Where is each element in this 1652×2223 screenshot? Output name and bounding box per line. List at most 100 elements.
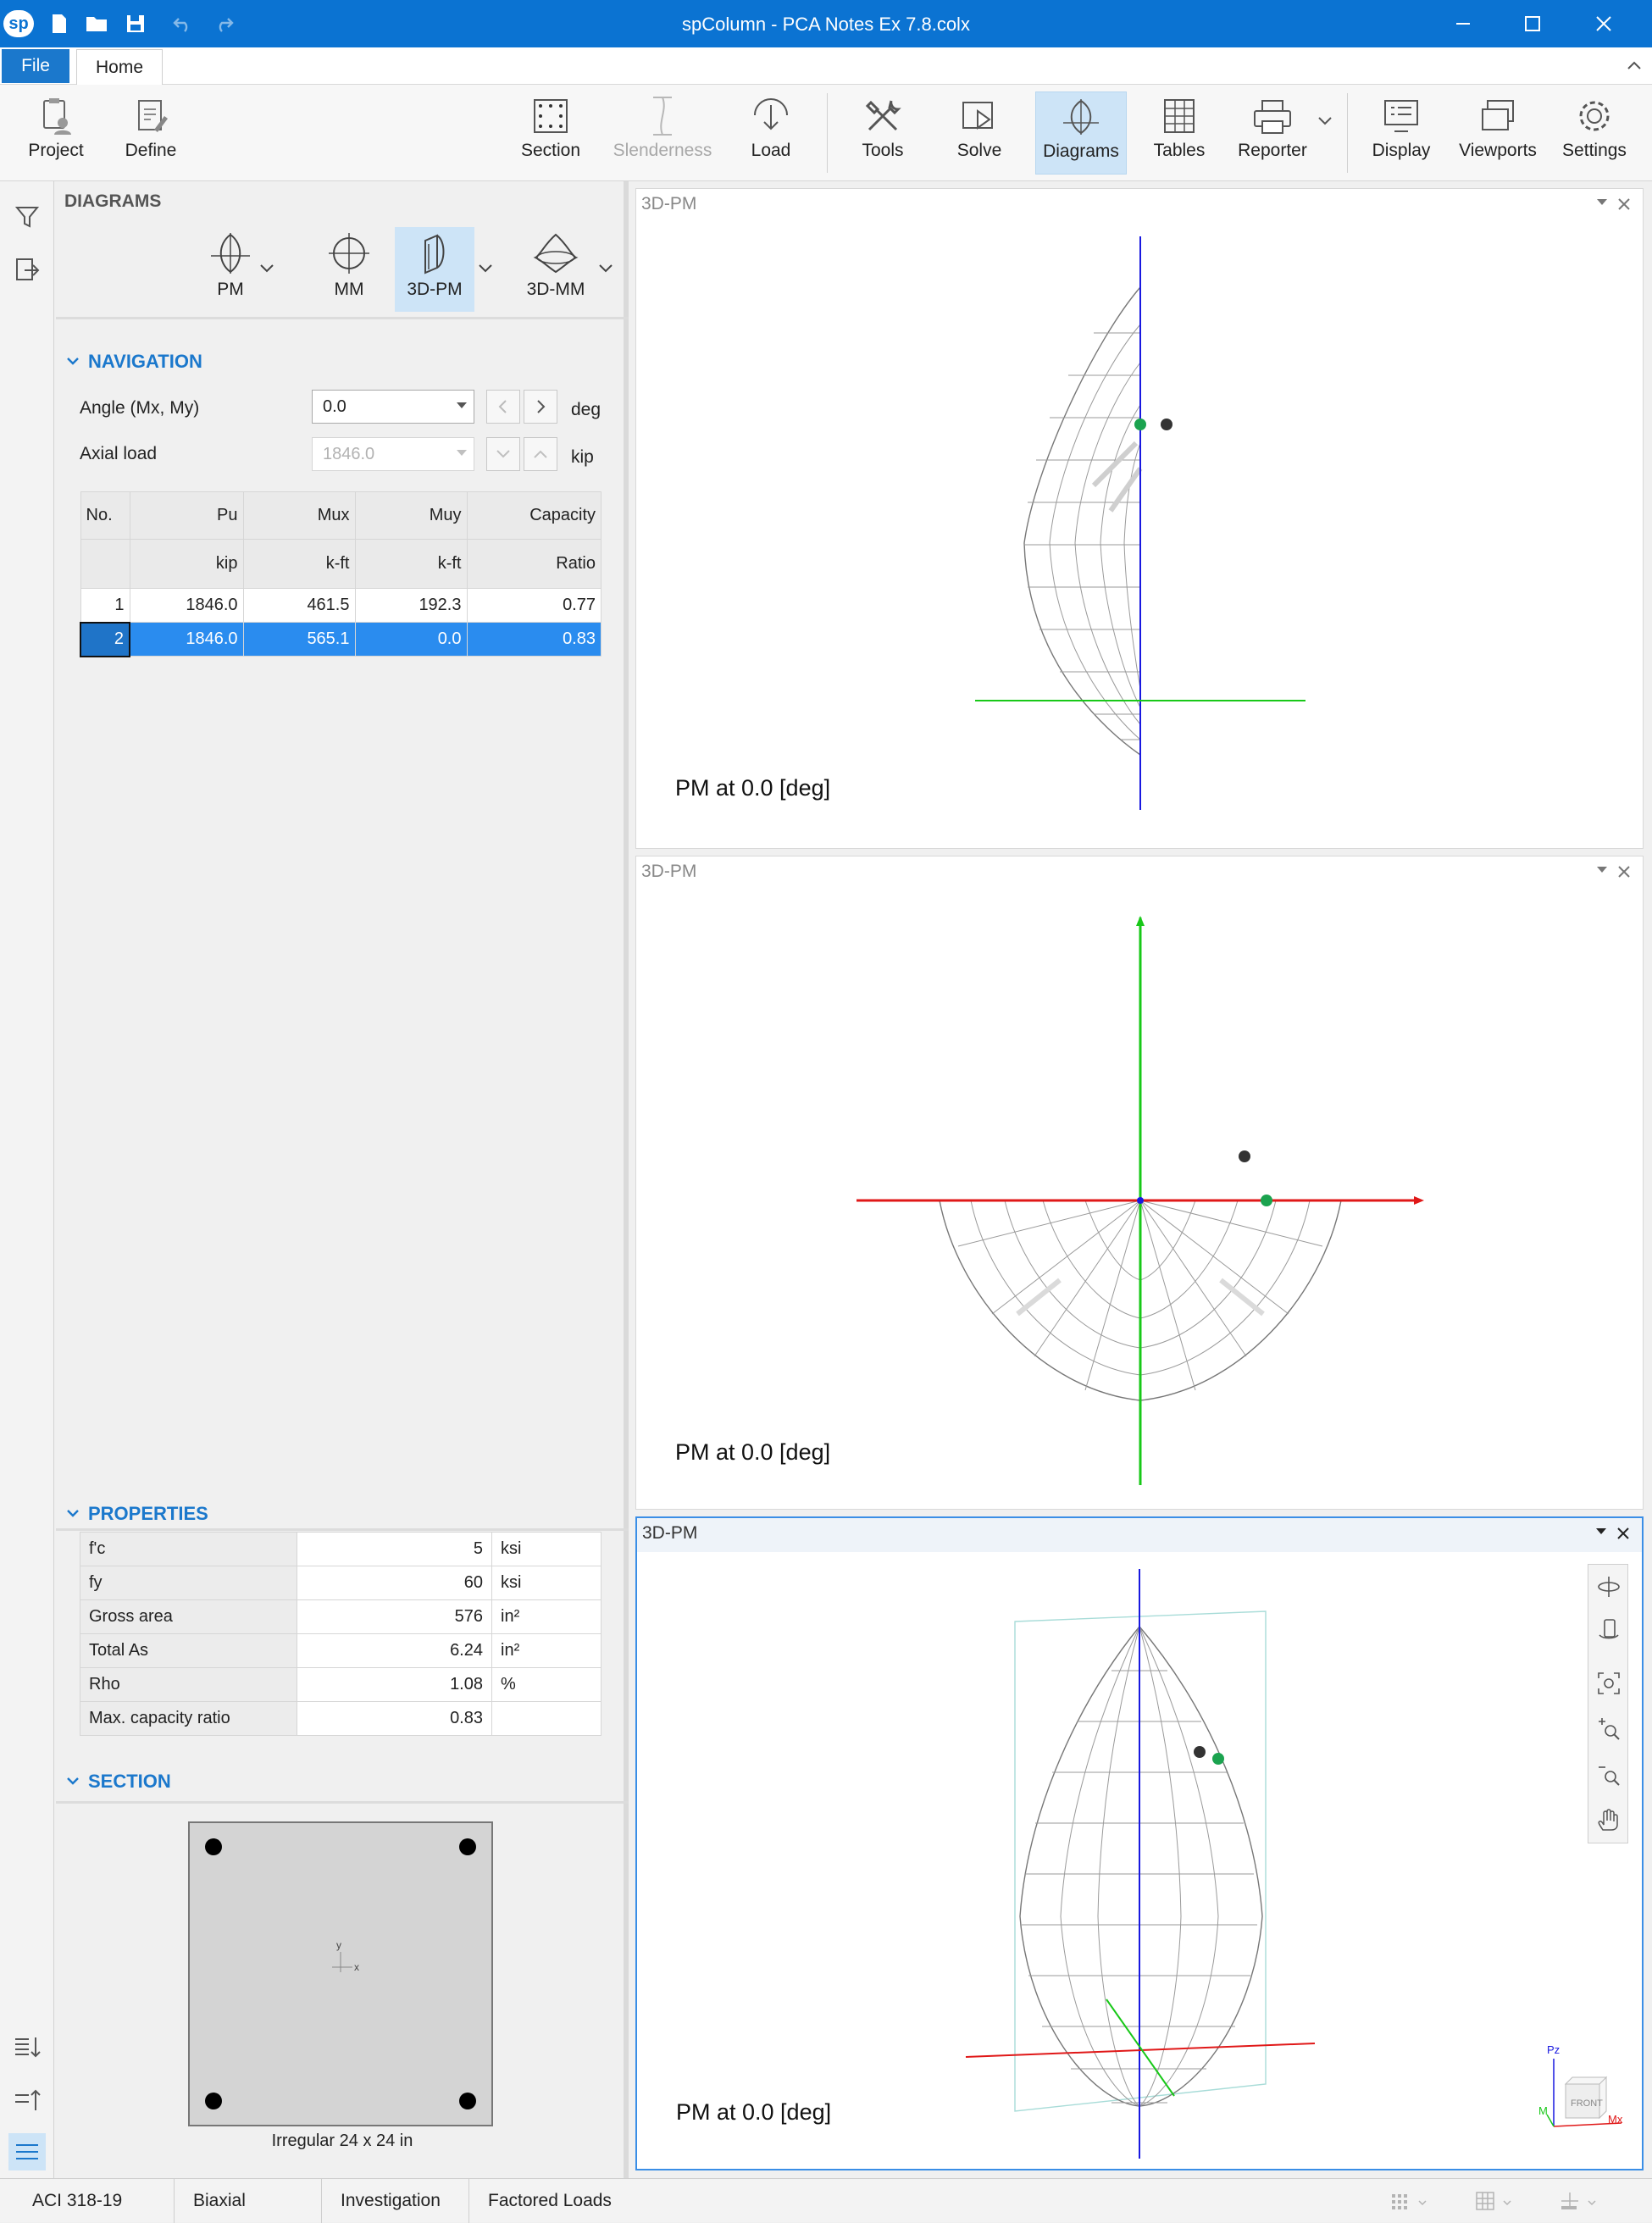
angle-label: Angle (Mx, My): [80, 398, 200, 418]
define-button[interactable]: Define: [110, 91, 191, 175]
tab-home[interactable]: Home: [76, 49, 163, 85]
section-header[interactable]: SECTION: [66, 1771, 171, 1793]
export-icon[interactable]: [8, 251, 46, 288]
slenderness-button[interactable]: Slenderness: [607, 91, 718, 175]
diagrams-button[interactable]: Diagrams: [1035, 91, 1127, 175]
col-header-mux[interactable]: Mux: [242, 491, 356, 540]
rebar-dot: [205, 1838, 222, 1855]
viewport-1[interactable]: 3D-PM PM at 0.0 [deg]: [635, 188, 1644, 849]
settings-button[interactable]: Settings: [1554, 91, 1635, 175]
angle-next-button[interactable]: [524, 390, 557, 424]
property-row: fy 60 ksi: [80, 1566, 601, 1600]
zoom-in-icon[interactable]: [1592, 1712, 1626, 1746]
pm-diagram-plot-2: [856, 916, 1424, 1485]
ribbon-tabs: File Home: [0, 47, 1652, 85]
grid-dots-icon[interactable]: [1386, 2189, 1437, 2213]
close-button[interactable]: [1569, 0, 1638, 47]
filter-icon[interactable]: [8, 198, 46, 236]
tab-file[interactable]: File: [2, 49, 69, 83]
col-header-muy[interactable]: Muy: [354, 491, 468, 540]
navigation-header[interactable]: NAVIGATION: [66, 351, 202, 373]
pm-dropdown-icon[interactable]: [256, 256, 278, 281]
mm-diagram-button[interactable]: MM: [307, 227, 391, 312]
unit-mux: k-ft: [242, 539, 356, 589]
viewport-toolbar: [1588, 1564, 1628, 1843]
orbit-icon[interactable]: [1592, 1570, 1626, 1604]
viewport-3[interactable]: 3D-PM FRONT Pz Mx M PM at 0.0 [deg]: [635, 1516, 1644, 2170]
angle-unit: deg: [571, 400, 601, 419]
status-design-code[interactable]: ACI 318-19: [14, 2179, 175, 2223]
axial-load-combo[interactable]: 1846.0: [312, 437, 474, 471]
tables-icon: [1154, 91, 1205, 141]
table-row-selected[interactable]: 2 1846.0 565.1 0.0 0.83: [80, 621, 601, 657]
3d-mm-diagram-icon: [526, 227, 585, 280]
viewport-menu-icon[interactable]: [1597, 199, 1607, 205]
viewport-caption: PM at 0.0 [deg]: [675, 1439, 831, 1465]
define-icon: [125, 91, 176, 141]
load-button[interactable]: Load: [734, 91, 808, 175]
tables-button[interactable]: Tables: [1140, 91, 1218, 175]
pan-hand-icon[interactable]: [1592, 1804, 1626, 1838]
viewports-button[interactable]: Viewports: [1455, 91, 1540, 175]
status-load-type[interactable]: Factored Loads: [469, 2179, 647, 2223]
tools-icon: [857, 91, 908, 141]
rebar-dot: [459, 2093, 476, 2109]
solve-button[interactable]: Solve: [939, 91, 1020, 175]
3d-pm-diagram-button[interactable]: 3D-PM: [395, 227, 474, 312]
diagrams-icon: [1056, 92, 1106, 141]
title-bar: sp spColumn - PCA Notes Ex 7.8.colx: [0, 0, 1652, 47]
minimize-button[interactable]: [1428, 0, 1498, 47]
angle-prev-button[interactable]: [486, 390, 520, 424]
axial-load-up-button[interactable]: [524, 437, 557, 471]
load-icon: [746, 91, 796, 141]
reporter-dropdown-icon[interactable]: [1315, 110, 1335, 130]
left-toolstrip: [0, 181, 54, 2178]
section-button[interactable]: Section: [510, 91, 591, 175]
zoom-extents-icon[interactable]: [1592, 1666, 1626, 1700]
col-header-pu[interactable]: Pu: [129, 491, 244, 540]
maximize-button[interactable]: [1498, 0, 1567, 47]
view-cube[interactable]: FRONT Pz Mx M: [1528, 2042, 1630, 2143]
pm-diagram-plot-3: [965, 1569, 1316, 2159]
project-button[interactable]: Project: [15, 91, 97, 175]
col-header-no[interactable]: No.: [80, 491, 130, 540]
reporter-button[interactable]: Reporter: [1230, 91, 1315, 175]
axial-load-down-button[interactable]: [486, 437, 520, 471]
sort-down-icon[interactable]: [8, 2028, 46, 2065]
rotate-icon[interactable]: [1592, 1612, 1626, 1646]
ribbon-separator: [1347, 93, 1348, 173]
snap-icon[interactable]: [1555, 2189, 1606, 2213]
table-row[interactable]: 1 1846.0 461.5 192.3 0.77: [80, 588, 601, 623]
close-icon[interactable]: [1614, 862, 1634, 882]
sort-up-icon[interactable]: [8, 2081, 46, 2118]
svg-text:y: y: [336, 1942, 341, 1951]
status-mode[interactable]: Biaxial: [175, 2179, 322, 2223]
load-point: [1239, 1150, 1250, 1162]
viewport-menu-icon[interactable]: [1596, 1528, 1606, 1534]
axis-arrow-icon: [1414, 1196, 1424, 1205]
3d-mm-dropdown-icon[interactable]: [595, 256, 617, 281]
grid-icon[interactable]: [1471, 2189, 1522, 2213]
close-icon[interactable]: [1614, 194, 1634, 214]
angle-combo[interactable]: 0.0: [312, 390, 474, 424]
capacity-point: [1261, 1195, 1272, 1206]
chevron-down-icon: [67, 1510, 79, 1517]
3d-pm-dropdown-icon[interactable]: [474, 256, 496, 281]
list-view-icon[interactable]: [8, 2133, 46, 2170]
close-icon[interactable]: [1613, 1523, 1633, 1544]
window-title: spColumn - PCA Notes Ex 7.8.colx: [682, 14, 970, 35]
properties-header[interactable]: PROPERTIES: [66, 1503, 208, 1525]
viewport-menu-icon[interactable]: [1597, 867, 1607, 873]
collapse-ribbon-icon[interactable]: [1622, 53, 1647, 78]
svg-text:x: x: [354, 1961, 359, 1973]
section-icon: [525, 91, 576, 141]
viewport-2[interactable]: 3D-PM PM at 0.0 [deg]: [635, 856, 1644, 1510]
3d-mm-diagram-button[interactable]: 3D-MM: [513, 227, 598, 312]
status-run-option[interactable]: Investigation: [322, 2179, 469, 2223]
col-header-capacity[interactable]: Capacity: [466, 491, 601, 540]
zoom-out-icon[interactable]: [1592, 1758, 1626, 1792]
status-bar: ACI 318-19 Biaxial Investigation Factore…: [0, 2178, 1652, 2223]
display-button[interactable]: Display: [1361, 91, 1442, 175]
property-row: f'c 5 ksi: [80, 1532, 601, 1566]
tools-button[interactable]: Tools: [842, 91, 923, 175]
